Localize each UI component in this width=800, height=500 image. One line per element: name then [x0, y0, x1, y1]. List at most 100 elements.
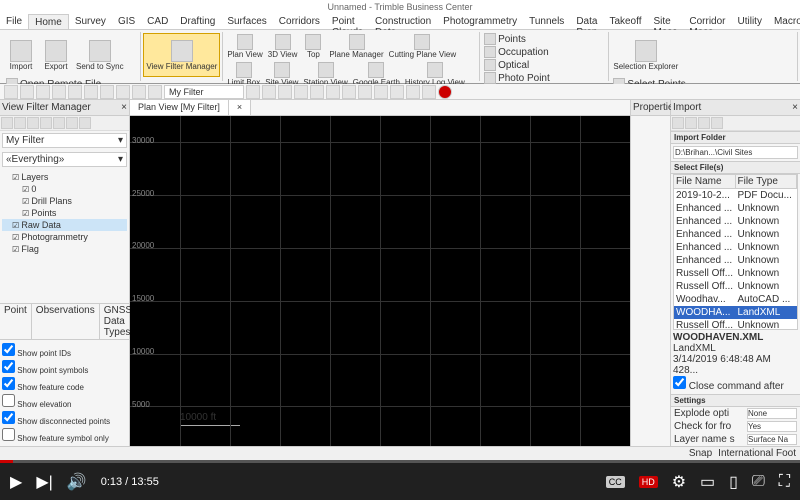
- photo-point-button[interactable]: Photo Point: [482, 72, 552, 84]
- explode-input[interactable]: [747, 408, 797, 419]
- qat-button[interactable]: [116, 85, 130, 99]
- toolbar-button[interactable]: [14, 117, 26, 129]
- menu-takeoff[interactable]: Takeoff: [603, 14, 647, 29]
- file-row[interactable]: Enhanced ...Unknown: [674, 228, 797, 241]
- volume-icon[interactable]: 🔊: [67, 472, 87, 492]
- plane-manager-button[interactable]: Plane Manager: [327, 33, 385, 60]
- col-filename[interactable]: File Name: [674, 175, 736, 188]
- col-filetype[interactable]: File Type: [736, 175, 798, 188]
- qat-button[interactable]: [246, 85, 260, 99]
- menu-cad[interactable]: CAD: [141, 14, 174, 29]
- 3d-view-button[interactable]: 3D View: [266, 33, 300, 60]
- menu-tunnels[interactable]: Tunnels: [523, 14, 570, 29]
- cc-badge[interactable]: CC: [606, 476, 625, 488]
- display-checkbox[interactable]: Show feature code: [2, 376, 127, 393]
- qat-record-icon[interactable]: [438, 85, 452, 99]
- display-checkbox[interactable]: Show point symbols: [2, 359, 127, 376]
- menu-drafting[interactable]: Drafting: [174, 14, 221, 29]
- file-row[interactable]: Enhanced ...Unknown: [674, 241, 797, 254]
- menu-point-clouds[interactable]: Point Clouds: [326, 14, 369, 29]
- display-checkbox[interactable]: Show feature symbol only: [2, 427, 127, 444]
- points-button[interactable]: Points: [482, 33, 551, 45]
- tree-item[interactable]: Layers: [2, 171, 127, 183]
- send-to-sync-button[interactable]: Send to Sync: [74, 33, 126, 77]
- miniplayer-icon[interactable]: ▭: [700, 472, 715, 492]
- qat-button[interactable]: [262, 85, 276, 99]
- status-snap[interactable]: Snap: [689, 448, 712, 459]
- display-checkbox[interactable]: Show elevation: [2, 393, 127, 410]
- tree-item[interactable]: Raw Data: [2, 219, 127, 231]
- export-button[interactable]: Export: [39, 33, 73, 77]
- filter-combo[interactable]: My Filter▾: [2, 133, 127, 148]
- qat-button[interactable]: [278, 85, 292, 99]
- toolbar-button[interactable]: [40, 117, 52, 129]
- file-row[interactable]: Enhanced ...Unknown: [674, 254, 797, 267]
- play-icon[interactable]: ▶: [10, 472, 22, 492]
- settings-icon[interactable]: ⚙: [672, 472, 686, 492]
- menu-utility[interactable]: Utility: [732, 14, 768, 29]
- occupation-button[interactable]: Occupation: [482, 46, 551, 58]
- file-row[interactable]: Enhanced ...Unknown: [674, 202, 797, 215]
- qat-button[interactable]: [132, 85, 146, 99]
- theater-icon[interactable]: ▯: [729, 472, 738, 492]
- qat-button[interactable]: [20, 85, 34, 99]
- menu-home[interactable]: Home: [28, 14, 69, 29]
- toolbar-button[interactable]: [711, 117, 723, 129]
- qat-button[interactable]: [406, 85, 420, 99]
- plan-view-canvas[interactable]: 10000 ft 30000250002000015000100005000: [130, 116, 630, 446]
- cutting-plane-button[interactable]: Cutting Plane View: [387, 33, 458, 60]
- file-row[interactable]: Woodhav...AutoCAD ...: [674, 293, 797, 306]
- layer-tree[interactable]: Layers0Drill PlansPointsRaw DataPhotogra…: [0, 169, 129, 303]
- filter-tab[interactable]: Observations: [32, 304, 100, 339]
- menu-data-prep[interactable]: Data Prep: [570, 14, 603, 29]
- everything-combo[interactable]: «Everything»▾: [2, 152, 127, 167]
- toolbar-button[interactable]: [27, 117, 39, 129]
- close-icon[interactable]: ×: [121, 102, 127, 113]
- tree-item[interactable]: Photogrammetry: [2, 231, 127, 243]
- close-tab-icon[interactable]: ×: [229, 100, 251, 115]
- menu-gis[interactable]: GIS: [112, 14, 141, 29]
- checkpv-input[interactable]: [747, 421, 797, 432]
- tree-item[interactable]: Flag: [2, 243, 127, 255]
- qat-button[interactable]: [342, 85, 356, 99]
- toolbar-button[interactable]: [53, 117, 65, 129]
- qat-button[interactable]: [68, 85, 82, 99]
- file-table[interactable]: File NameFile Type 2019-10-2...PDF Docu.…: [673, 174, 798, 330]
- import-button[interactable]: Import: [4, 33, 38, 77]
- qat-button[interactable]: [148, 85, 162, 99]
- qat-button[interactable]: [294, 85, 308, 99]
- file-row[interactable]: Russell Off...Unknown: [674, 280, 797, 293]
- menu-file[interactable]: File: [0, 14, 28, 29]
- view-tab[interactable]: Plan View [My Filter]: [130, 100, 229, 115]
- menu-surfaces[interactable]: Surfaces: [221, 14, 272, 29]
- tree-item[interactable]: Points: [2, 207, 127, 219]
- qat-button[interactable]: [358, 85, 372, 99]
- status-units[interactable]: International Foot: [718, 448, 796, 459]
- display-checkbox[interactable]: Show disconnected points: [2, 410, 127, 427]
- selection-explorer-button[interactable]: Selection Explorer: [611, 33, 680, 77]
- qat-button[interactable]: [326, 85, 340, 99]
- qat-button[interactable]: [52, 85, 66, 99]
- fullscreen-icon[interactable]: ⛶: [779, 473, 790, 491]
- file-row[interactable]: 2019-10-2...PDF Docu...: [674, 189, 797, 202]
- menu-corridor-mass-haul[interactable]: Corridor Mass Haul: [683, 14, 731, 29]
- layername-input[interactable]: [747, 434, 797, 445]
- qat-button[interactable]: [310, 85, 324, 99]
- file-row[interactable]: Russell Off...Unknown: [674, 267, 797, 280]
- menu-construction-data[interactable]: Construction Data: [369, 14, 437, 29]
- cast-icon[interactable]: ⎚: [752, 473, 765, 491]
- menu-macros[interactable]: Macros: [768, 14, 800, 29]
- toolbar-button[interactable]: [66, 117, 78, 129]
- hd-badge[interactable]: HD: [639, 476, 658, 488]
- view-filter-manager-button[interactable]: View Filter Manager: [143, 33, 220, 77]
- close-after-checkbox[interactable]: Close command after: [673, 381, 784, 392]
- menu-photogrammetry[interactable]: Photogrammetry: [437, 14, 523, 29]
- file-row[interactable]: Russell Off...Unknown: [674, 319, 797, 330]
- file-row[interactable]: Enhanced ...Unknown: [674, 215, 797, 228]
- display-checkbox[interactable]: Show point IDs: [2, 342, 127, 359]
- toolbar-button[interactable]: [672, 117, 684, 129]
- qat-button[interactable]: [36, 85, 50, 99]
- qat-button[interactable]: [4, 85, 18, 99]
- tree-item[interactable]: Drill Plans: [2, 195, 127, 207]
- plan-view-button[interactable]: Plan View: [225, 33, 264, 60]
